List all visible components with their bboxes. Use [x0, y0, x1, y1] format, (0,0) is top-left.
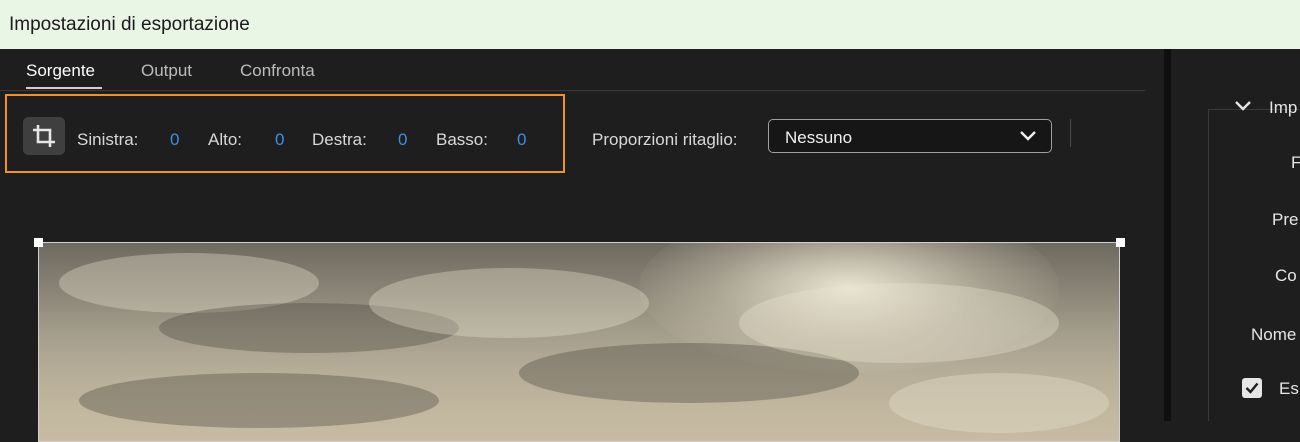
toolbar-separator [1070, 119, 1071, 147]
section-title[interactable]: Imp [1269, 98, 1297, 118]
export-settings-panel: Imp F Pre Co Nome Esp [1171, 49, 1300, 421]
setting-row-label: Co [1275, 266, 1297, 285]
export-checkbox-label: Esp [1279, 379, 1300, 398]
window-title: Impostazioni di esportazione [0, 0, 1300, 49]
crop-top-label: Alto: [208, 130, 243, 149]
setting-row-label: Nome [1251, 325, 1297, 344]
tab-output[interactable]: Output [141, 61, 192, 81]
crop-top-value[interactable]: 0 [275, 130, 284, 150]
crop-handle-top-right[interactable] [1116, 238, 1125, 247]
crop-left-value[interactable]: 0 [170, 130, 179, 150]
setting-row-label: F [1291, 153, 1300, 172]
section-outline [1208, 109, 1300, 421]
crop-right-label: Destra: [312, 130, 367, 149]
tab-sorgente[interactable]: Sorgente [26, 61, 95, 81]
pane-divider[interactable] [1164, 49, 1171, 421]
crop-icon [33, 125, 55, 147]
crop-tool-button[interactable] [23, 117, 65, 155]
active-tab-indicator [26, 87, 102, 89]
crop-right-value[interactable]: 0 [398, 130, 407, 150]
chevron-down-icon [1020, 131, 1036, 141]
source-pane: Sorgente Output Confronta Sinistra: 0 Al… [0, 49, 1164, 442]
crop-bottom-label: Basso: [436, 130, 488, 149]
crop-bottom-value[interactable]: 0 [517, 130, 526, 150]
chevron-down-icon[interactable] [1234, 99, 1252, 113]
tab-confronta[interactable]: Confronta [240, 61, 315, 81]
crop-left-label: Sinistra: [77, 130, 139, 149]
crop-ratio-select[interactable]: Nessuno [768, 119, 1052, 153]
crop-handle-top-left[interactable] [34, 238, 43, 247]
crop-ratio-value: Nessuno [785, 128, 853, 147]
preview-image [38, 242, 1120, 442]
setting-row-label: Pre [1272, 210, 1299, 229]
checkmark-icon [1245, 382, 1259, 394]
crop-ratio-label: Proporzioni ritaglio: [592, 130, 738, 149]
export-checkbox[interactable] [1242, 378, 1262, 398]
tab-bar: Sorgente Output Confronta [0, 49, 1145, 91]
